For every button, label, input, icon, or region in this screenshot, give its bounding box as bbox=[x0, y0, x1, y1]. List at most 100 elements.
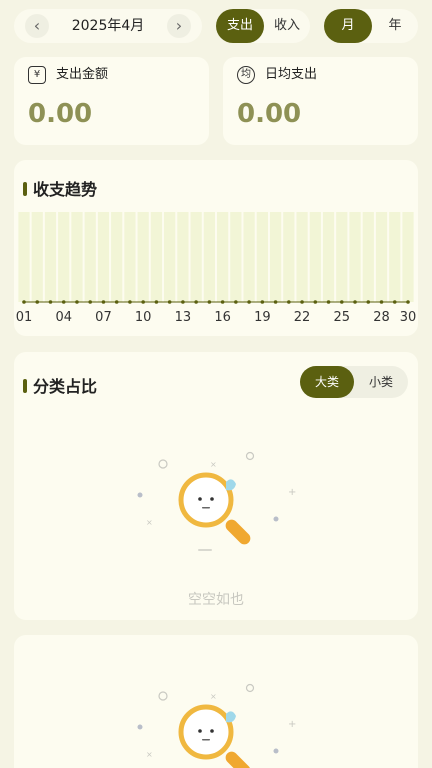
chart-column-bg bbox=[362, 212, 374, 302]
daily-average-label: 日均支出 bbox=[265, 67, 318, 82]
chart-point-18[interactable] bbox=[247, 300, 251, 304]
chart-column-bg bbox=[97, 212, 110, 302]
chart-point-14[interactable] bbox=[194, 300, 198, 304]
chart-column-bg bbox=[402, 212, 414, 302]
expense-amount-label: 支出金额 bbox=[56, 67, 109, 82]
svg-text:×: × bbox=[210, 692, 217, 701]
chart-point-15[interactable] bbox=[207, 300, 212, 304]
trend-chart: 01 04 07 10 13 16 19 22 25 28 30 bbox=[16, 212, 417, 325]
chart-column-bg bbox=[296, 212, 308, 302]
category-toggle: 大类 小类 bbox=[300, 366, 408, 398]
chart-tick-label: 07 bbox=[95, 310, 112, 325]
chart-column-bg bbox=[217, 212, 229, 302]
category-title: 分类占比 bbox=[23, 373, 97, 397]
chart-column-bg bbox=[283, 212, 295, 302]
chevron-right-icon[interactable]: › bbox=[167, 14, 191, 38]
svg-text:×: × bbox=[146, 518, 153, 527]
type-toggle: 支出 收入 bbox=[216, 9, 310, 43]
chart-point-08[interactable] bbox=[114, 300, 119, 304]
chart-column-bg bbox=[389, 212, 401, 302]
category-card: 分类占比 大类 小类 × × + 空空如也 bbox=[14, 352, 418, 620]
tab-expense[interactable]: 支出 bbox=[216, 9, 264, 43]
chart-tick-label: 01 bbox=[16, 310, 33, 325]
tab-major-category[interactable]: 大类 bbox=[300, 366, 354, 398]
empty-state-text: 空空如也 bbox=[188, 592, 244, 608]
chart-point-09[interactable] bbox=[128, 300, 132, 304]
chart-column-bg bbox=[177, 212, 189, 302]
chart-column-bg bbox=[18, 212, 30, 302]
chart-point-24[interactable] bbox=[326, 300, 331, 304]
svg-text:×: × bbox=[146, 750, 153, 759]
title-accent-bar bbox=[23, 379, 27, 393]
chart-column-bg bbox=[230, 212, 242, 302]
chart-column-bg bbox=[190, 212, 202, 302]
chart-point-10[interactable] bbox=[141, 300, 145, 304]
chart-tick-label: 16 bbox=[214, 310, 231, 325]
chart-point-03[interactable] bbox=[48, 300, 53, 304]
chart-column-bg bbox=[58, 212, 70, 302]
chart-tick-label: 25 bbox=[334, 310, 351, 325]
chart-tick-label: 28 bbox=[373, 310, 390, 325]
average-icon: 均 bbox=[237, 66, 255, 84]
daily-average-value: 0.00 bbox=[237, 99, 302, 129]
magnifier-face-icon: × × + bbox=[137, 451, 296, 551]
chart-column-bg bbox=[124, 212, 136, 302]
chart-column-bg bbox=[71, 212, 83, 302]
chart-tick-label: 19 bbox=[254, 310, 271, 325]
chart-column-bg bbox=[31, 212, 43, 302]
magnifier-face-icon: × × + bbox=[137, 683, 296, 768]
chart-point-17[interactable] bbox=[234, 300, 238, 304]
chart-column-bg bbox=[309, 212, 321, 302]
chart-point-06[interactable] bbox=[88, 300, 93, 304]
chart-column-bg bbox=[203, 212, 215, 302]
chart-point-22[interactable] bbox=[300, 300, 304, 304]
chart-column-bg bbox=[150, 212, 163, 302]
svg-text:+: + bbox=[288, 719, 296, 730]
chart-point-07[interactable] bbox=[101, 300, 106, 304]
chart-point-02[interactable] bbox=[35, 300, 40, 304]
expense-amount-value: 0.00 bbox=[28, 99, 93, 129]
chart-point-05[interactable] bbox=[75, 300, 79, 304]
chart-tick-label: 13 bbox=[175, 310, 192, 325]
tab-income[interactable]: 收入 bbox=[264, 9, 310, 43]
svg-text:×: × bbox=[210, 460, 217, 469]
chart-point-16[interactable] bbox=[220, 300, 225, 304]
chart-point-30[interactable] bbox=[406, 300, 410, 304]
chart-column-bg bbox=[164, 212, 176, 302]
category-title-text: 分类占比 bbox=[33, 377, 98, 396]
chart-column-bg bbox=[243, 212, 255, 302]
chart-point-26[interactable] bbox=[353, 300, 357, 304]
ranking-card: × × + bbox=[14, 635, 418, 768]
tab-minor-category[interactable]: 小类 bbox=[354, 366, 408, 398]
chart-tick-label: 22 bbox=[294, 310, 311, 325]
chart-column-bg bbox=[269, 212, 282, 302]
daily-average-card: 均 日均支出 0.00 bbox=[223, 57, 418, 145]
chart-point-23[interactable] bbox=[313, 300, 318, 304]
chart-point-21[interactable] bbox=[287, 300, 291, 304]
chart-tick-label: 04 bbox=[55, 310, 72, 325]
chart-column-bg bbox=[44, 212, 57, 302]
chart-point-20[interactable] bbox=[273, 300, 278, 304]
month-selector: ‹ 2025年4月 › bbox=[14, 9, 202, 43]
chart-point-01[interactable] bbox=[22, 300, 26, 304]
trend-card: 收支趋势 01 04 07 10 13 16 19 22 25 28 30 bbox=[14, 160, 418, 336]
chart-column-bg bbox=[256, 212, 268, 302]
chart-point-19[interactable] bbox=[260, 300, 265, 304]
tab-year[interactable]: 年 bbox=[372, 9, 418, 43]
chart-column-bg bbox=[84, 212, 96, 302]
chart-point-27[interactable] bbox=[366, 300, 371, 304]
chart-point-12[interactable] bbox=[167, 300, 172, 304]
chart-point-28[interactable] bbox=[379, 300, 384, 304]
chart-point-13[interactable] bbox=[181, 300, 185, 304]
tab-month[interactable]: 月 bbox=[324, 9, 372, 43]
chart-point-29[interactable] bbox=[392, 300, 397, 304]
chart-tick-label: 10 bbox=[135, 310, 152, 325]
chart-point-25[interactable] bbox=[339, 300, 344, 304]
chart-tick-label: 30 bbox=[400, 310, 417, 325]
chart-column-bg bbox=[349, 212, 361, 302]
chart-point-11[interactable] bbox=[154, 300, 159, 304]
chart-column-bg bbox=[375, 212, 388, 302]
chart-column-bg bbox=[336, 212, 348, 302]
top-bar: ‹ 2025年4月 › 支出 收入 月 年 bbox=[14, 9, 418, 43]
chart-point-04[interactable] bbox=[61, 300, 66, 304]
